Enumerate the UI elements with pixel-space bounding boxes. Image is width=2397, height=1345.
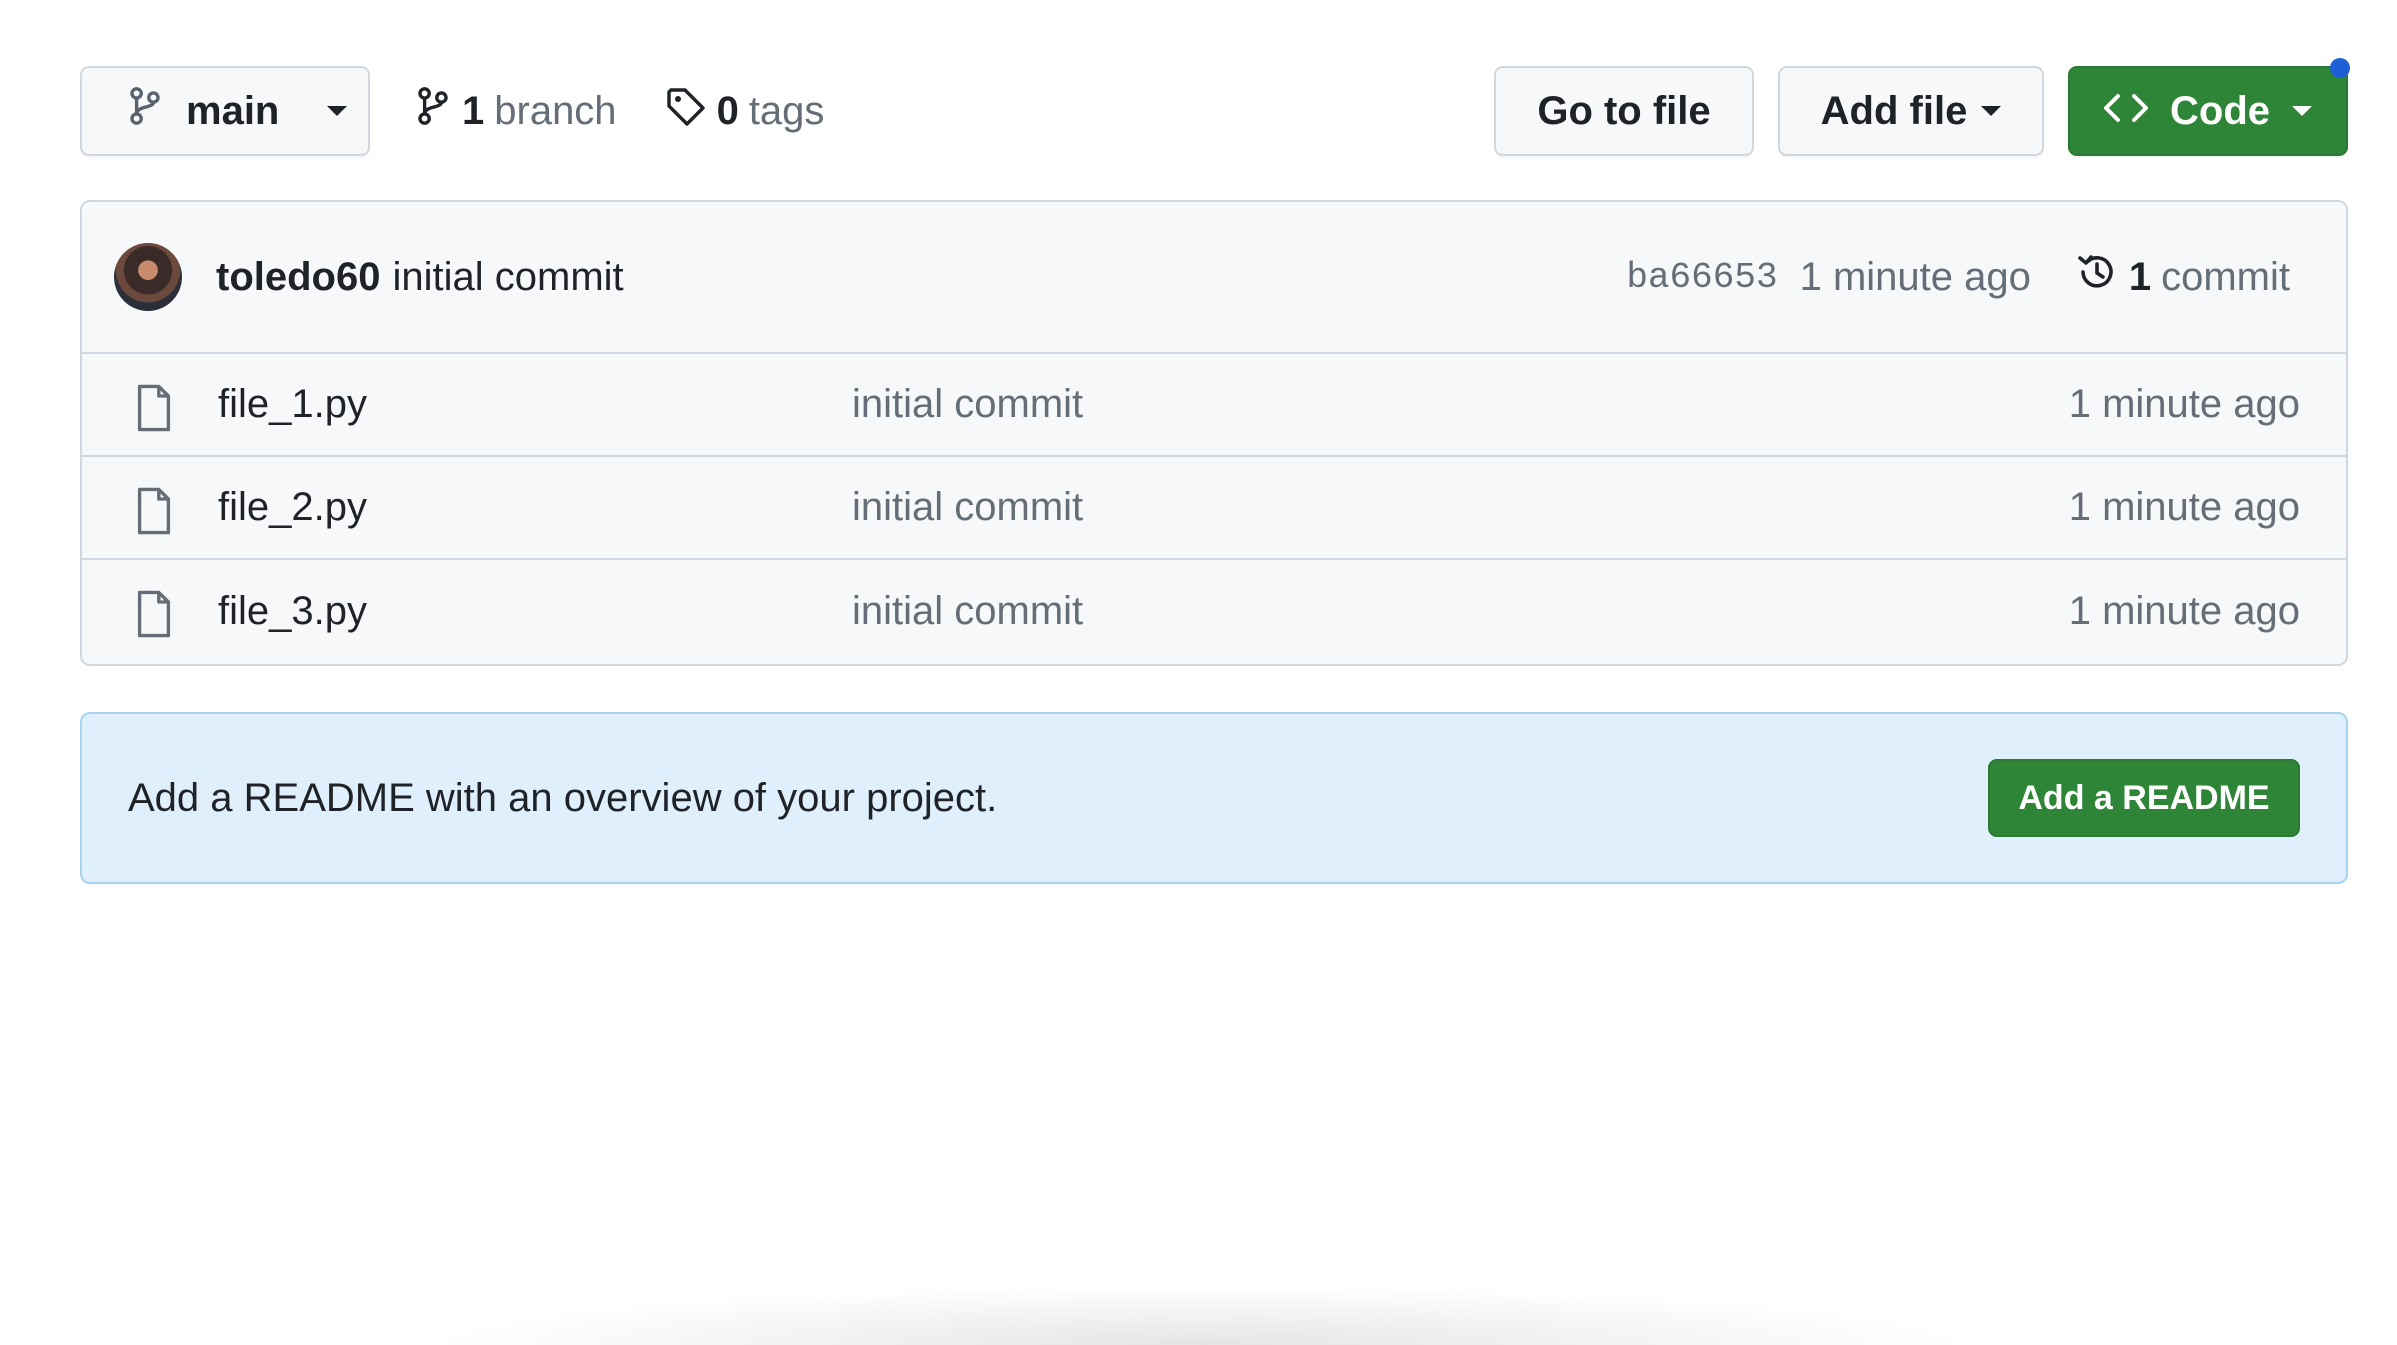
commit-sha[interactable]: ba66653 [1626, 257, 1777, 298]
chevron-down-icon [327, 106, 348, 116]
commit-time: 1 minute ago [1799, 254, 2031, 299]
chevron-down-icon [2292, 106, 2312, 116]
commit-meta: ba66653 1 minute ago 1 commit [1626, 250, 2346, 304]
branches-count: 1 [462, 88, 485, 133]
file-listing: toledo60 initial commit ba66653 1 minute… [80, 200, 2348, 666]
git-branch-icon [416, 85, 450, 137]
branches-link[interactable]: 1 branch [416, 85, 617, 137]
avatar[interactable] [114, 243, 182, 311]
code-label: Code [2170, 88, 2270, 133]
commit-message[interactable]: initial commit [392, 255, 623, 300]
commits-count: 1 [2128, 254, 2152, 299]
bottom-shadow [420, 1285, 1980, 1345]
commit-author[interactable]: toledo60 [216, 255, 380, 300]
file-name[interactable]: file_1.py [218, 382, 367, 427]
add-file-button[interactable]: Add file [1778, 66, 2044, 156]
code-button[interactable]: Code [2068, 58, 2350, 156]
history-icon [2075, 250, 2119, 304]
go-to-file-button[interactable]: Go to file [1494, 66, 1754, 156]
file-name[interactable]: file_2.py [218, 485, 367, 530]
file-time: 1 minute ago [2068, 589, 2300, 633]
branches-label: branch [494, 88, 617, 133]
tag-icon [665, 86, 705, 136]
file-icon [134, 590, 174, 643]
tags-count: 0 [716, 88, 739, 133]
file-commit-message[interactable]: initial commit [852, 589, 1083, 634]
file-row[interactable]: file_1.py initial commit 1 minute ago [82, 354, 2346, 457]
latest-commit-bar: toledo60 initial commit ba66653 1 minute… [82, 202, 2346, 354]
branch-name: main [186, 88, 280, 133]
file-time: 1 minute ago [2068, 382, 2300, 426]
add-readme-button[interactable]: Add a README [1988, 759, 2300, 837]
file-commit-message[interactable]: initial commit [852, 485, 1083, 530]
commits-link[interactable]: 1 commit [2075, 250, 2290, 304]
toolbar-actions: Go to file Add file Code [1494, 58, 2350, 156]
file-name[interactable]: file_3.py [218, 589, 367, 634]
readme-prompt: Add a README with an overview of your pr… [128, 775, 998, 820]
branch-select-button[interactable]: main [80, 66, 370, 156]
code-icon [2104, 89, 2148, 134]
repo-toolbar: main 1 branch 0 tags Go to file Add file [80, 58, 2350, 156]
chevron-down-icon [1981, 106, 2002, 116]
add-file-label: Add file [1820, 88, 1968, 133]
file-time: 1 minute ago [2068, 485, 2300, 529]
git-branch-icon [128, 85, 162, 137]
file-icon [134, 487, 174, 540]
file-icon [134, 384, 174, 437]
readme-banner: Add a README with an overview of your pr… [80, 712, 2348, 884]
file-row[interactable]: file_3.py initial commit 1 minute ago [82, 560, 2346, 663]
tags-label: tags [748, 88, 825, 133]
tags-link[interactable]: 0 tags [665, 86, 825, 136]
file-row[interactable]: file_2.py initial commit 1 minute ago [82, 457, 2346, 560]
commits-label: commit [2161, 254, 2290, 299]
file-commit-message[interactable]: initial commit [852, 382, 1083, 427]
notification-dot [2330, 58, 2350, 78]
